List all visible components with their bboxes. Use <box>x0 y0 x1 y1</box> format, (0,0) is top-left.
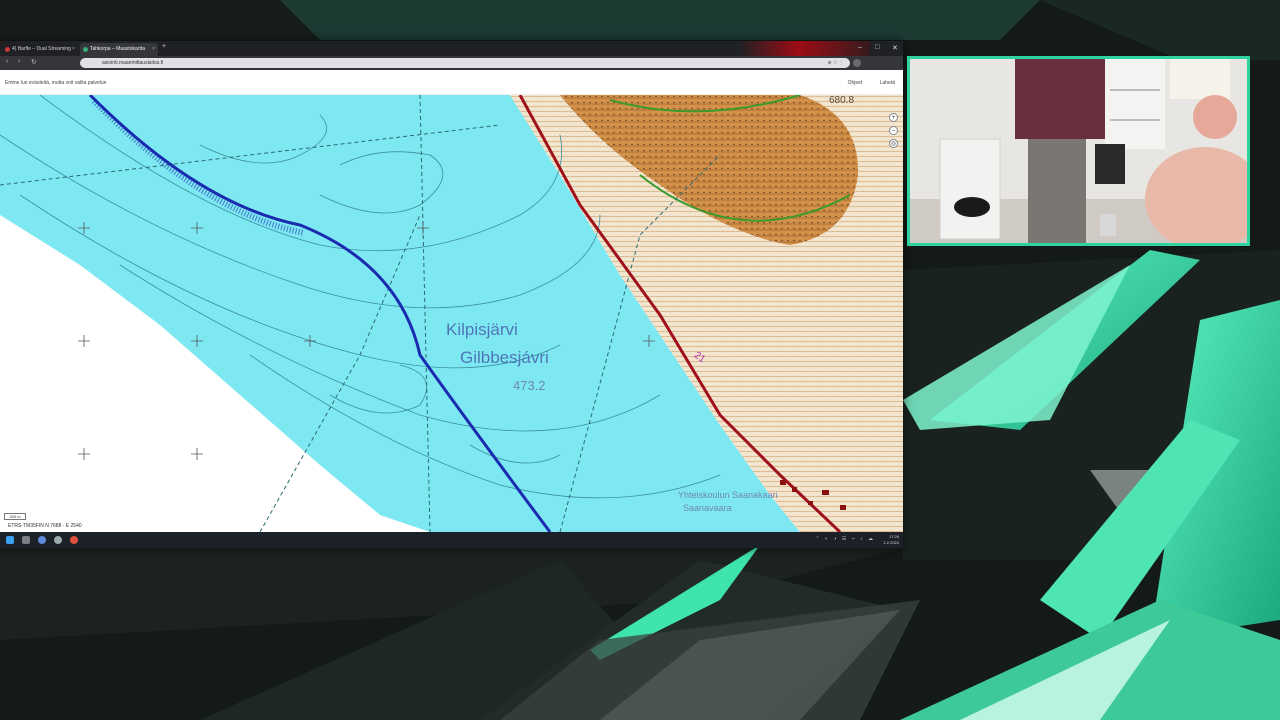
map-canvas[interactable] <box>0 95 903 532</box>
address-bar[interactable]: asiointi.maanmittauslaitos.fi ⊕ ☆ ⋮ <box>80 58 850 68</box>
webcam-scene <box>910 59 1247 243</box>
tab-label: 4) Barfle – Dual Streaming <box>12 46 71 52</box>
search-icon[interactable] <box>22 536 30 544</box>
obs-icon[interactable] <box>54 536 62 544</box>
tab-favicon-icon <box>83 47 88 52</box>
map-toolbar: + – ◎ <box>889 113 899 152</box>
place-name-line2: Saanavaara <box>683 503 732 513</box>
maximize-button[interactable]: □ <box>875 44 879 51</box>
tab-barfle[interactable]: 4) Barfle – Dual Streaming × <box>2 43 78 56</box>
clock[interactable]: 17:26 2.2.2024 <box>883 534 899 546</box>
tab-favicon-icon <box>5 47 10 52</box>
omnibox-actions-icon[interactable]: ⊕ ☆ ⋮ <box>828 58 844 68</box>
new-tab-button[interactable]: + <box>162 43 166 50</box>
tab-bar: 4) Barfle – Dual Streaming × Tahkorpa – … <box>0 41 903 56</box>
lake-name-sami: Gilbbesjávri <box>460 348 549 367</box>
minimize-button[interactable]: – <box>858 44 862 51</box>
scale-bar: 200 m <box>4 513 26 520</box>
coordinate-readout: ETRS-TM35FIN N 7688 · E 2540 <box>8 523 82 529</box>
chrome-icon[interactable] <box>38 536 46 544</box>
tab-label: Tahkorpa – Maastokartta <box>90 46 146 52</box>
url-text: asiointi.maanmittauslaitos.fi <box>102 60 164 66</box>
close-window-button[interactable]: ✕ <box>892 44 898 52</box>
cookie-notice: Emme luo evästeitä, mutta voit valita pa… <box>5 80 107 86</box>
red-glow-decoration <box>740 41 870 56</box>
profile-avatar[interactable] <box>853 59 861 67</box>
peak-altitude-label: 680.8 <box>829 95 855 106</box>
lake-name-finnish: Kilpisjärvi <box>446 320 518 339</box>
close-tab-icon[interactable]: × <box>152 43 155 56</box>
page-header: Emme luo evästeitä, mutta voit valita pa… <box>0 70 903 95</box>
browser-window: 4) Barfle – Dual Streaming × Tahkorpa – … <box>0 41 903 548</box>
stream-layout: 4) Barfle – Dual Streaming × Tahkorpa – … <box>0 0 1280 720</box>
close-tab-icon[interactable]: × <box>72 43 75 56</box>
firefox-icon[interactable] <box>70 536 78 544</box>
webcam-overlay <box>907 56 1250 246</box>
topographic-map[interactable]: 680.8 Kilpisjärvi Gilbbesjávri 473.2 21 … <box>0 95 903 532</box>
system-tray[interactable]: ⌃ ◐ ◑ ☰ ⌁ ♪ ☁ <box>815 536 875 542</box>
help-link[interactable]: Ohjeet <box>848 80 863 86</box>
reload-button[interactable]: ↻ <box>31 58 37 66</box>
back-button[interactable]: ‹ <box>6 58 8 65</box>
lake-altitude-label: 473.2 <box>513 378 546 393</box>
tab-map[interactable]: Tahkorpa – Maastokartta × <box>80 43 158 56</box>
send-link[interactable]: Lahetä <box>880 80 895 86</box>
locate-button[interactable]: ◎ <box>889 139 898 148</box>
windows-taskbar: ⌃ ◐ ◑ ☰ ⌁ ♪ ☁ 17:26 2.2.2024 <box>0 532 903 548</box>
start-icon[interactable] <box>6 536 14 544</box>
place-name-line1: Yhteiskoulun Saanakaari <box>678 490 778 500</box>
zoom-in-button[interactable]: + <box>889 113 898 122</box>
navigation-bar: ‹ › ↻ asiointi.maanmittauslaitos.fi ⊕ ☆ … <box>0 56 903 70</box>
zoom-out-button[interactable]: – <box>889 126 898 135</box>
forward-button[interactable]: › <box>18 58 20 65</box>
clock-date: 2.2.2024 <box>883 540 899 545</box>
header-links: Ohjeet Lahetä <box>832 80 895 86</box>
